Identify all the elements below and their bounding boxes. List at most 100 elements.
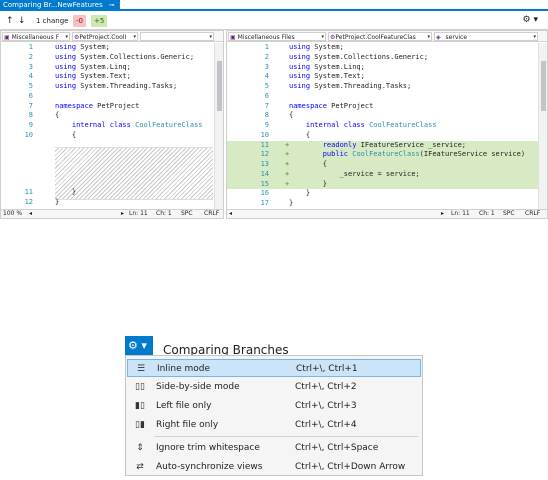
line-number: 5: [264, 82, 269, 90]
zoom-level[interactable]: 100 %: [3, 210, 22, 218]
line-endings: CRLF: [204, 210, 220, 217]
left-project-label: Miscellaneous F: [11, 34, 60, 41]
right-vertical-scrollbar[interactable]: [538, 43, 547, 209]
line-number: 11: [24, 188, 33, 196]
line-number: 9: [264, 121, 269, 129]
code-text: _service = service;: [289, 169, 420, 178]
code-text: {: [289, 111, 294, 120]
code-text: using System.Text;: [289, 72, 365, 81]
line-number: 2: [264, 52, 269, 61]
code-text: }: [289, 199, 294, 207]
left-vertical-scrollbar[interactable]: [214, 43, 223, 209]
diff-toolbar: ↑ ↓ 1 change -0 +5 ⚙ ▾: [0, 13, 548, 30]
menu-item-ignore-trim-whitespace[interactable]: ⇕ Ignore trim whitespace Ctrl+\, Ctrl+Spac…: [127, 439, 421, 457]
chevron-down-icon: ▾: [321, 34, 324, 40]
scroll-right-icon[interactable]: ▸: [121, 210, 124, 218]
line-number: 1: [264, 43, 269, 51]
left-member-dropdown[interactable]: ▾: [140, 32, 214, 41]
menu-item-shortcut: Ctrl+\, Ctrl+2: [295, 382, 357, 392]
right-member-dropdown[interactable]: ◈ _service ▾: [434, 32, 538, 41]
document-tab[interactable]: Comparing Br...NewFeatures ⊸ ✕: [0, 0, 124, 11]
line-number: 10: [24, 130, 33, 139]
scroll-left-icon[interactable]: ◂: [29, 210, 32, 218]
line-number: 8: [264, 111, 269, 120]
line-number: 7: [28, 101, 33, 110]
code-text: {: [55, 130, 77, 139]
code-line: 17}: [227, 199, 547, 209]
left-code-editor[interactable]: 1 using System; 2 using System.Collections.…: [1, 43, 223, 218]
chevron-down-icon: ▾: [133, 34, 136, 40]
code-line: 2 using System.Collections.Generic;: [1, 53, 223, 63]
project-icon: ▣: [4, 34, 10, 41]
code-line: 3 using System.Linq;: [1, 63, 223, 73]
ignore-whitespace-icon: ⇕: [136, 443, 144, 453]
next-change-button[interactable]: ↓: [18, 15, 26, 27]
line-number: 9: [28, 121, 33, 129]
menu-item-label: Side-by-side mode: [156, 382, 240, 392]
tab-title: Comparing Br...NewFeatures: [3, 1, 103, 9]
chevron-down-icon: ▾: [209, 34, 212, 40]
code-line: 4 using System.Text;: [227, 72, 547, 82]
scroll-right-icon[interactable]: ▸: [441, 210, 444, 218]
line-number: Ln: 11: [129, 210, 148, 217]
code-line: 11 + readonly IFeatureService _service;: [227, 141, 547, 151]
code-text: using System.Linq;: [289, 62, 365, 71]
view-mode-menu: ☰ Inline mode Ctrl+\, Ctrl+1 ▯▯ Side-by-sid…: [125, 355, 423, 476]
right-type-dropdown[interactable]: ⚙PetProject.CoolFeatureClas ▾: [328, 32, 432, 41]
scrollbar-thumb[interactable]: [217, 61, 222, 111]
left-project-dropdown[interactable]: ▣ Miscellaneous F ▾: [2, 32, 70, 41]
line-endings: CRLF: [525, 210, 541, 217]
line-number: 2: [28, 52, 33, 61]
code-line: 15 + }: [227, 180, 547, 190]
code-line: 1 using System;: [1, 43, 223, 53]
code-line: 7 namespace PetProject: [1, 102, 223, 112]
pin-icon[interactable]: ⊸: [109, 1, 115, 9]
menu-item-shortcut: Ctrl+\, Ctrl+4: [295, 420, 357, 430]
code-line: 16 }: [227, 189, 547, 199]
scroll-left-icon[interactable]: ◂: [229, 210, 232, 218]
code-line: 10 {: [1, 131, 223, 141]
removed-lines-badge: -0: [73, 15, 86, 27]
code-text: using System;: [289, 43, 344, 51]
menu-item-left-file-only[interactable]: ▮▯ Left file only Ctrl+\, Ctrl+3: [127, 397, 421, 415]
right-project-dropdown[interactable]: ▣ Miscellaneous Files ▾: [228, 32, 326, 41]
left-type-dropdown[interactable]: ⚙PetProject.CoolI ▾: [72, 32, 138, 41]
settings-menu-button[interactable]: ⚙ ▾: [125, 336, 153, 355]
line-number: 12: [260, 150, 269, 159]
menu-item-auto-synchronize-views[interactable]: ⇄ Auto-synchronize views Ctrl+\, Ctrl+Down…: [127, 458, 421, 476]
chevron-down-icon: ▾: [533, 34, 536, 40]
menu-item-shortcut: Ctrl+\, Ctrl+3: [295, 401, 357, 411]
menu-item-shortcut: Ctrl+\, Ctrl+1: [296, 364, 358, 374]
line-number: 3: [28, 62, 33, 71]
line-number: 12: [24, 197, 33, 206]
code-text: namespace PetProject: [289, 101, 374, 110]
code-line: 6: [1, 92, 223, 102]
menu-item-right-file-only[interactable]: ▯▮ Right file only Ctrl+\, Ctrl+4: [127, 416, 421, 434]
code-text: }: [55, 197, 60, 206]
column-number: Ch: 1: [156, 210, 172, 217]
code-text: public CoolFeatureClass(IFeatureService …: [322, 150, 526, 159]
code-line: 14 + _service = service;: [227, 170, 547, 180]
code-text: }: [55, 188, 77, 196]
whitespace-mode: SPC: [181, 210, 193, 217]
menu-item-inline-mode[interactable]: ☰ Inline mode Ctrl+\, Ctrl+1: [127, 359, 421, 377]
code-text: using System.Threading.Tasks;: [55, 82, 178, 90]
line-number: Ln: 11: [451, 210, 470, 217]
right-navigation-bar: ▣ Miscellaneous Files ▾ ⚙PetProject.CoolF…: [227, 31, 547, 42]
menu-item-shortcut: Ctrl+\, Ctrl+Down Arrow: [295, 462, 406, 472]
added-lines-badge: +5: [91, 15, 108, 27]
menu-item-shortcut: Ctrl+\, Ctrl+Space: [295, 443, 379, 453]
field-icon: ◈: [436, 34, 441, 41]
right-code-editor[interactable]: 1 using System; 2 using System.Collections.…: [227, 43, 547, 218]
close-icon[interactable]: ✕: [119, 1, 125, 9]
settings-gear-button[interactable]: ⚙ ▾: [523, 15, 538, 25]
code-text: using System.Collections.Generic;: [289, 52, 429, 61]
code-line: 10 {: [227, 131, 547, 141]
code-line: 9 internal class CoolFeatureClass: [1, 121, 223, 131]
code-text: using System.Threading.Tasks;: [289, 82, 412, 90]
line-number: 6: [28, 91, 33, 100]
code-line: 7 namespace PetProject: [227, 102, 547, 112]
menu-item-side-by-side-mode[interactable]: ▯▯ Side-by-side mode Ctrl+\, Ctrl+2: [127, 378, 421, 396]
scrollbar-thumb[interactable]: [541, 61, 546, 111]
previous-change-button[interactable]: ↑: [6, 15, 14, 27]
